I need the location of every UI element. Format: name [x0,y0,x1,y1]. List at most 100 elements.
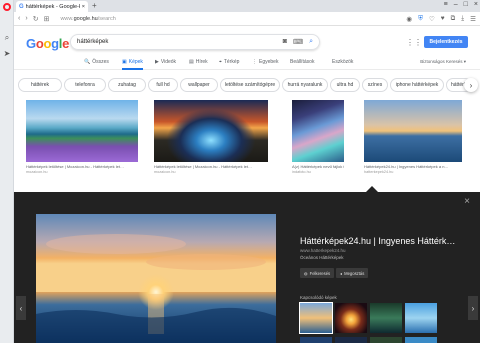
related-image[interactable] [370,303,402,333]
map-pin-icon: ⌖ [219,59,222,65]
result-caption[interactable]: Háttérképek letöltése | Mozaicon.hu - Há… [154,164,268,169]
extension-icon[interactable]: ⧉ [451,15,456,23]
image-result[interactable]: A(z) Háttérképek nevű fájlok f… indafoto… [292,100,344,174]
result-image[interactable] [154,100,268,162]
address-path: /search [97,15,116,22]
result-source: mozaicon.hu [154,170,176,174]
chip[interactable]: iphone háttérképek [390,78,444,92]
chip[interactable]: zuhatag [108,78,146,92]
camera-icon[interactable]: ◉ [406,15,412,23]
tab-tools[interactable]: Eszközök [332,59,353,65]
back-icon[interactable]: ‹ [18,15,20,22]
browser-tab[interactable]: G háttérképek - Google-kere… × [16,1,88,12]
result-image[interactable] [26,100,138,162]
address-field[interactable]: www. google.hu/search [54,14,401,24]
previous-image-button[interactable]: ‹ [16,296,26,320]
heart-icon[interactable]: ♡ [429,15,435,23]
related-image[interactable] [300,337,332,343]
result-caption[interactable]: Háttérképek24.hu | Ingyenes Háttérképek … [364,164,462,169]
google-favicon-icon: G [19,3,24,10]
globe-icon: ◍ [304,270,308,276]
tab-title: háttérképek - Google-kere… [25,3,80,10]
related-image[interactable] [335,337,367,343]
result-source: hatterkepek24.hu [364,170,394,174]
result-image[interactable] [364,100,462,162]
chip[interactable]: hurrá nyaralunk [282,78,328,92]
chip[interactable]: letöltése számítógépre [220,78,280,92]
visit-button[interactable]: ◍ Felkeresés [300,268,335,278]
search-submit-icon[interactable]: ⌕ [309,38,313,46]
related-image[interactable] [405,337,437,343]
close-window-icon[interactable]: × [474,1,478,8]
address-toolbar: ‹ › ↻ ⊞ www. google.hu/search ◉ ⛨ ♡ ♥ ⧉ ⤓… [14,12,480,26]
camera-search-icon[interactable]: ◙ [283,38,287,46]
tab-close-icon[interactable]: × [82,4,85,10]
preview-title[interactable]: Háttérképek24.hu | Ingyenes Háttérk… [300,236,455,246]
suggestion-chips: háttérek telefonra zuhatag full hd wallp… [14,76,480,94]
search-small-icon: 🔍 [84,59,91,65]
preview-subtitle: Óceános Háttérképek [300,255,344,260]
search-icon[interactable]: ⌕ [3,34,11,42]
google-logo[interactable]: Google [26,36,69,51]
chip[interactable]: színes [362,78,388,92]
chip[interactable]: full hd [148,78,178,92]
shield-icon[interactable]: ⛨ [418,15,423,23]
tab-settings[interactable]: Beállítások [290,59,314,65]
share-button[interactable]: ◂ Megosztás [336,268,369,278]
related-image[interactable] [370,337,402,343]
bookmark-icon[interactable]: ♥ [441,15,445,23]
image-result[interactable]: Háttérképek letöltése | Mozaicon.hu - Há… [26,100,138,174]
search-nav-tabs: 🔍 Összes ▣ Képek ▶ Videók ▤ Hírek ⌖ Térkép ⋮ E… [14,58,480,70]
google-header: Google háttérképek ◙ ⌨ ⌕ ⋮⋮ Bejelentkezé… [14,26,480,58]
send-icon[interactable]: ➤ [3,50,11,58]
share-icon: ◂ [340,270,343,276]
menu-icon[interactable]: ☰ [470,15,476,23]
related-image[interactable] [405,303,437,333]
image-result[interactable]: Háttérképek24.hu | Ingyenes Háttérképek … [364,100,462,174]
close-icon[interactable]: × [464,196,470,207]
search-input[interactable]: háttérképek [77,39,283,45]
related-image[interactable] [299,302,333,334]
download-icon[interactable]: ⤓ [461,15,464,23]
forward-icon[interactable]: › [25,15,27,22]
related-images-label: Kapcsolódó képek [300,295,337,300]
next-image-button[interactable]: › [468,296,478,320]
address-prefix: www. [60,15,74,22]
tab-all[interactable]: 🔍 Összes [84,59,109,65]
safesearch-toggle[interactable]: Biztonságos Keresés ▾ [420,59,466,65]
chip[interactable]: háttérek [18,78,62,92]
reload-icon[interactable]: ↻ [33,15,39,23]
preview-url[interactable]: www.hatterkepek24.hu [300,248,346,253]
preview-image[interactable] [36,214,276,343]
result-caption[interactable]: A(z) Háttérképek nevű fájlok f… [292,164,344,169]
result-source: indafoto.hu [292,170,311,174]
browser-sidebar: ⌕ ➤ [0,0,14,343]
chips-next-icon[interactable]: › [464,78,478,92]
signin-button[interactable]: Bejelentkezés [424,36,468,48]
speed-dial-icon[interactable]: ⊞ [44,15,50,23]
tab-bar: G háttérképek - Google-kere… × + ≡ – □ × [14,0,480,12]
tab-maps[interactable]: ⌖ Térkép [219,59,239,65]
result-caption[interactable]: Háttérképek letöltése | Mozaicon.hu - Há… [26,164,138,169]
maximize-icon[interactable]: □ [464,1,468,8]
keyboard-icon[interactable]: ⌨ [293,38,303,46]
apps-grid-icon[interactable]: ⋮⋮ [406,38,422,47]
opera-logo-icon[interactable] [3,3,11,11]
chip[interactable]: telefonra [64,78,106,92]
result-image[interactable] [292,100,344,162]
tab-more[interactable]: ⋮ Egyebek [252,59,278,65]
image-preview-panel: × ‹ › Háttérképek24.hu | Ingyenes Háttér… [14,192,480,343]
tab-images[interactable]: ▣ Képek [122,59,143,70]
chip[interactable]: wallpaper [180,78,218,92]
tab-videos[interactable]: ▶ Videók [155,59,176,65]
tab-news[interactable]: ▤ Hírek [189,59,208,65]
new-tab-button[interactable]: + [92,1,97,10]
image-result[interactable]: Háttérképek letöltése | Mozaicon.hu - Há… [154,100,268,174]
window-controls: ≡ – □ × [444,1,478,8]
minimize-icon[interactable]: – [454,1,458,8]
search-box[interactable]: háttérképek ◙ ⌨ ⌕ [70,34,320,50]
tab-menu-icon[interactable]: ≡ [444,1,448,8]
image-icon: ▣ [122,59,127,65]
chip[interactable]: ultra hd [330,78,360,92]
related-image[interactable] [335,303,367,333]
